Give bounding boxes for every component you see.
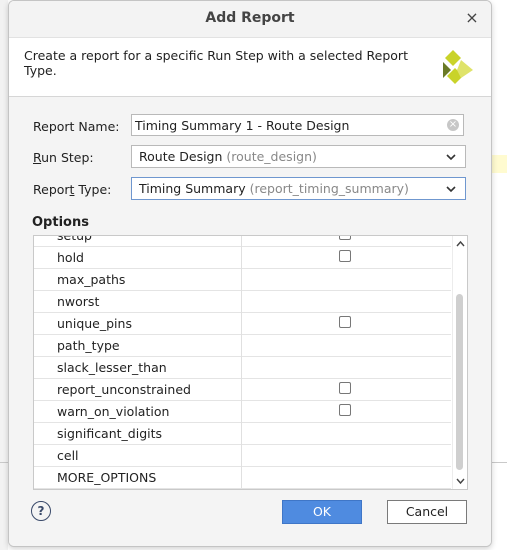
column-divider xyxy=(241,378,242,400)
option-row[interactable]: warn_on_violation xyxy=(34,400,451,423)
option-name: significant_digits xyxy=(57,426,163,441)
run-step-select[interactable]: Route Design (route_design) xyxy=(131,145,466,168)
options-title: Options xyxy=(32,215,89,230)
option-checkbox[interactable] xyxy=(339,404,351,416)
run-step-value: Route Design (route_design) xyxy=(139,149,317,164)
column-divider xyxy=(241,246,242,268)
option-row[interactable]: cell xyxy=(34,444,451,467)
run-step-label: Run Step: xyxy=(33,150,94,165)
option-row[interactable]: MORE_OPTIONS xyxy=(34,466,451,489)
option-row[interactable]: report_unconstrained xyxy=(34,378,451,401)
option-row[interactable]: nworst xyxy=(34,290,451,313)
report-type-select[interactable]: Timing Summary (report_timing_summary) xyxy=(131,177,466,200)
option-name: max_paths xyxy=(57,272,126,287)
option-row[interactable]: slack_lesser_than xyxy=(34,356,451,379)
scrollbar[interactable] xyxy=(452,236,467,489)
dialog-titlebar: Add Report × xyxy=(9,1,491,38)
option-row[interactable]: significant_digits xyxy=(34,422,451,445)
dialog-header: Create a report for a specific Run Step … xyxy=(9,38,491,97)
report-name-value: Timing Summary 1 - Route Design xyxy=(135,118,350,133)
option-row[interactable]: max_paths xyxy=(34,268,451,291)
option-name: path_type xyxy=(57,338,120,353)
column-divider xyxy=(241,312,242,334)
column-divider xyxy=(241,466,242,488)
background-highlight xyxy=(490,155,507,173)
option-row[interactable]: path_type xyxy=(34,334,451,357)
close-button[interactable]: × xyxy=(463,9,481,27)
option-name: slack_lesser_than xyxy=(57,360,167,375)
background-divider xyxy=(490,462,507,463)
add-report-dialog: Add Report × Create a report for a speci… xyxy=(8,0,492,547)
option-checkbox[interactable] xyxy=(339,250,351,262)
dialog-footer: ? OK Cancel xyxy=(9,492,491,546)
help-button[interactable]: ? xyxy=(31,501,51,521)
vivado-logo-icon xyxy=(443,50,473,84)
clear-icon[interactable]: × xyxy=(447,119,459,131)
report-type-label: Report Type: xyxy=(33,182,112,197)
column-divider xyxy=(241,236,242,246)
chevron-down-icon xyxy=(446,186,456,193)
option-checkbox[interactable] xyxy=(339,382,351,394)
scroll-thumb[interactable] xyxy=(456,294,463,470)
column-divider xyxy=(241,422,242,444)
option-name: unique_pins xyxy=(57,316,132,331)
column-divider xyxy=(241,356,242,378)
scroll-up-icon[interactable] xyxy=(455,239,466,249)
option-name: report_unconstrained xyxy=(57,382,191,397)
report-name-label: Report Name: xyxy=(33,119,120,134)
option-name: warn_on_violation xyxy=(57,404,170,419)
report-name-input[interactable]: Timing Summary 1 - Route Design × xyxy=(131,114,464,136)
option-name: hold xyxy=(57,250,84,265)
column-divider xyxy=(241,444,242,466)
dialog-description: Create a report for a specific Run Step … xyxy=(24,48,408,78)
column-divider xyxy=(241,400,242,422)
background-window xyxy=(0,0,8,550)
dialog-body: Report Name: Timing Summary 1 - Route De… xyxy=(9,97,491,492)
option-name: cell xyxy=(57,448,79,463)
column-divider xyxy=(241,334,242,356)
option-row[interactable]: hold xyxy=(34,246,451,269)
option-name: setup xyxy=(57,235,92,243)
report-type-value: Timing Summary (report_timing_summary) xyxy=(139,181,409,196)
option-checkbox[interactable] xyxy=(339,236,351,240)
option-name: MORE_OPTIONS xyxy=(57,470,157,485)
column-divider xyxy=(241,268,242,290)
dialog-title: Add Report xyxy=(205,10,295,26)
column-divider xyxy=(241,290,242,312)
chevron-down-icon xyxy=(446,154,456,161)
background-divider xyxy=(0,462,8,463)
cancel-button[interactable]: Cancel xyxy=(387,500,467,524)
options-table: setup hold max_pathsnworst unique_pins path_… xyxy=(33,235,468,490)
scroll-down-icon[interactable] xyxy=(455,476,466,486)
option-row[interactable]: unique_pins xyxy=(34,312,451,335)
option-checkbox[interactable] xyxy=(339,316,351,328)
option-name: nworst xyxy=(57,294,100,309)
ok-button[interactable]: OK xyxy=(282,500,362,524)
